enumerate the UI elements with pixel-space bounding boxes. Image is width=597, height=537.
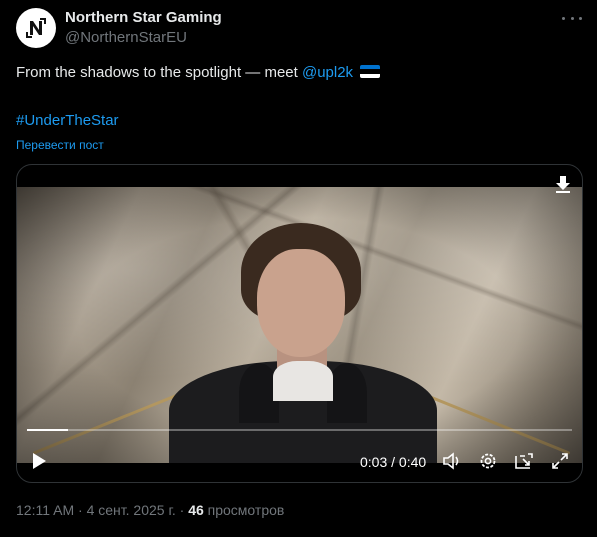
meta-separator: ·: [175, 502, 189, 518]
video-subject: [169, 223, 437, 463]
account-name[interactable]: Northern Star Gaming: [65, 9, 222, 26]
views-count: 46: [188, 502, 204, 518]
popout-icon[interactable]: [514, 451, 534, 471]
video-time: 0:03 / 0:40: [360, 454, 427, 470]
video-progress-fill: [27, 429, 68, 431]
mention-link[interactable]: @upl2k: [302, 64, 353, 81]
northern-star-logo-icon: [22, 14, 50, 42]
video-controls: 0:03 / 0:40: [17, 445, 582, 475]
settings-icon[interactable]: [478, 451, 498, 471]
views-label: просмотров: [207, 502, 285, 518]
video-player[interactable]: 0:03 / 0:40: [16, 164, 583, 483]
post-time[interactable]: 12:11 AM: [16, 502, 74, 518]
fullscreen-icon[interactable]: [550, 451, 570, 471]
video-progress-bar[interactable]: [27, 429, 572, 431]
volume-icon[interactable]: [442, 451, 462, 471]
estonia-flag-icon: [360, 65, 381, 78]
hashtag-link[interactable]: #UnderTheStar: [16, 112, 119, 129]
video-frame[interactable]: [17, 187, 582, 463]
tweet-body: From the shadows to the spotlight — meet: [16, 64, 302, 81]
play-icon[interactable]: [29, 451, 49, 471]
tweet-header: Northern Star Gaming @NorthernStarEU: [16, 8, 582, 48]
avatar[interactable]: [16, 8, 56, 48]
account-handle[interactable]: @NorthernStarEU: [65, 29, 187, 46]
translate-post-link[interactable]: Перевести пост: [16, 138, 104, 152]
download-icon[interactable]: [554, 175, 572, 193]
tweet-meta: 12:11 AM · 4 сент. 2025 г. · 46 просмотр…: [16, 502, 284, 518]
post-date[interactable]: 4 сент. 2025 г.: [87, 502, 176, 518]
meta-separator: ·: [74, 502, 87, 518]
more-options-icon[interactable]: [562, 10, 582, 26]
tweet-text: From the shadows to the spotlight — meet…: [16, 63, 576, 83]
